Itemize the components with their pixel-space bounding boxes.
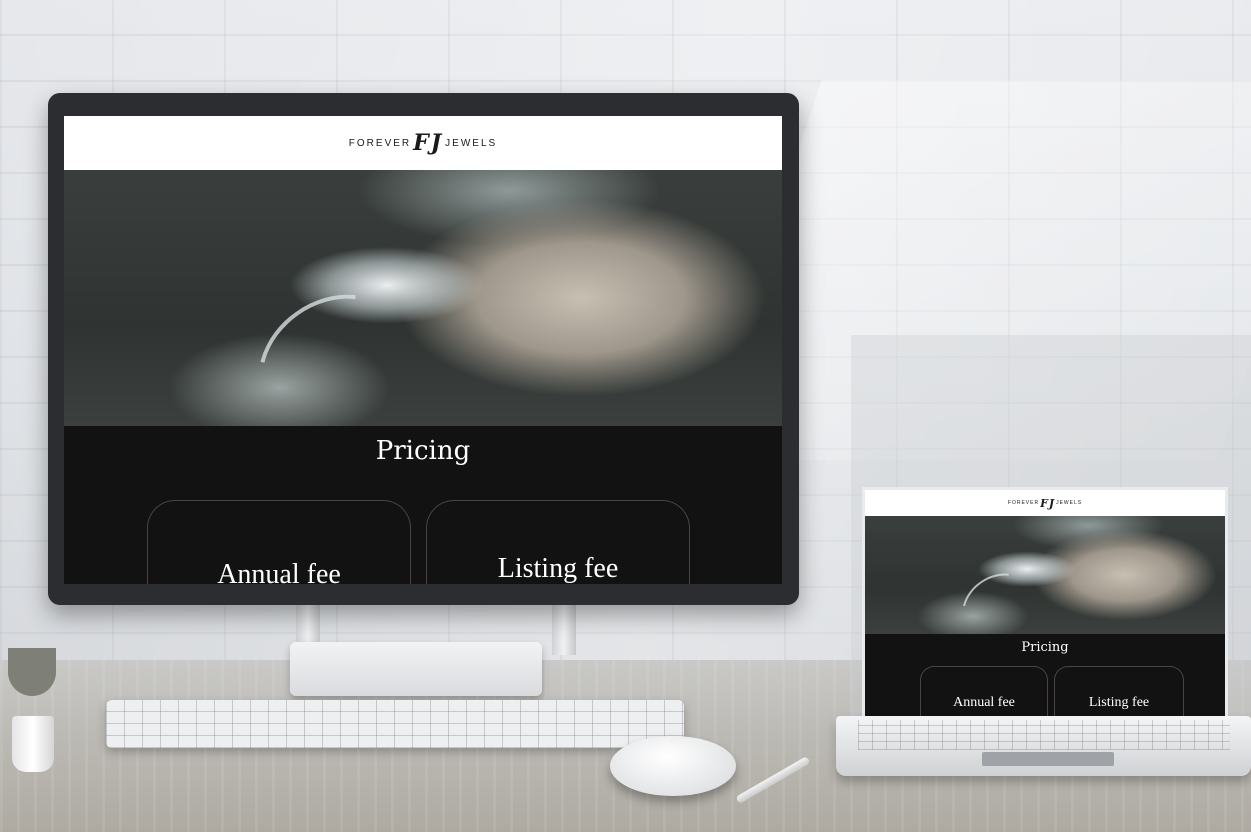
monitor-stand-right xyxy=(552,600,576,655)
laptop-keyboard xyxy=(858,720,1230,750)
decor-bowl xyxy=(8,648,56,696)
pricing-title: Pricing xyxy=(1021,640,1069,655)
card-label: Annual fee xyxy=(217,559,341,584)
pricing-card-listing[interactable]: Listing fee xyxy=(426,500,690,584)
keyboard xyxy=(106,700,684,748)
brand-mark-icon: FJ xyxy=(1040,496,1056,510)
desktop-monitor: FOREVER FJ JEWELS Pricing Annual fee Lis… xyxy=(48,93,799,605)
brand-mark-icon: FJ xyxy=(413,130,444,156)
computer-base xyxy=(290,642,542,696)
brand-word-left: FOREVER xyxy=(1007,500,1040,506)
pricing-card-annual[interactable]: Annual fee xyxy=(147,500,411,584)
pricing-title: Pricing xyxy=(375,436,471,466)
mouse xyxy=(610,736,736,796)
laptop-trackpad xyxy=(982,752,1114,766)
card-label: Listing fee xyxy=(497,553,619,584)
card-label: Annual fee xyxy=(953,695,1015,710)
decor-cup xyxy=(12,716,54,772)
website-laptop: FOREVER FJ JEWELS Pricing Annual fee Lis… xyxy=(865,490,1225,716)
card-label: Listing fee xyxy=(1088,695,1150,710)
brand-word-left: FOREVER xyxy=(348,137,412,149)
website-desktop: FOREVER FJ JEWELS Pricing Annual fee Lis… xyxy=(64,116,782,584)
desktop-screen: FOREVER FJ JEWELS Pricing Annual fee Lis… xyxy=(64,116,782,584)
brand-logo[interactable]: FOREVER FJ JEWELS xyxy=(349,130,497,156)
brand-word-right: JEWELS xyxy=(445,137,498,149)
hero-image xyxy=(865,516,1225,634)
ring-icon xyxy=(231,266,435,426)
pricing-card-annual[interactable]: Annual fee xyxy=(920,666,1048,716)
brand-logo[interactable]: FOREVER FJ JEWELS xyxy=(1008,497,1082,510)
site-header: FOREVER FJ JEWELS xyxy=(865,490,1225,516)
hero-image xyxy=(64,170,782,426)
brand-word-right: JEWELS xyxy=(1056,500,1083,506)
pricing-card-listing[interactable]: Listing fee xyxy=(1054,666,1184,716)
ring-icon xyxy=(949,559,1047,634)
site-header: FOREVER FJ JEWELS xyxy=(64,116,782,170)
mockup-scene: FOREVER FJ JEWELS Pricing Annual fee Lis… xyxy=(0,0,1251,832)
laptop-screen: FOREVER FJ JEWELS Pricing Annual fee Lis… xyxy=(865,490,1225,716)
